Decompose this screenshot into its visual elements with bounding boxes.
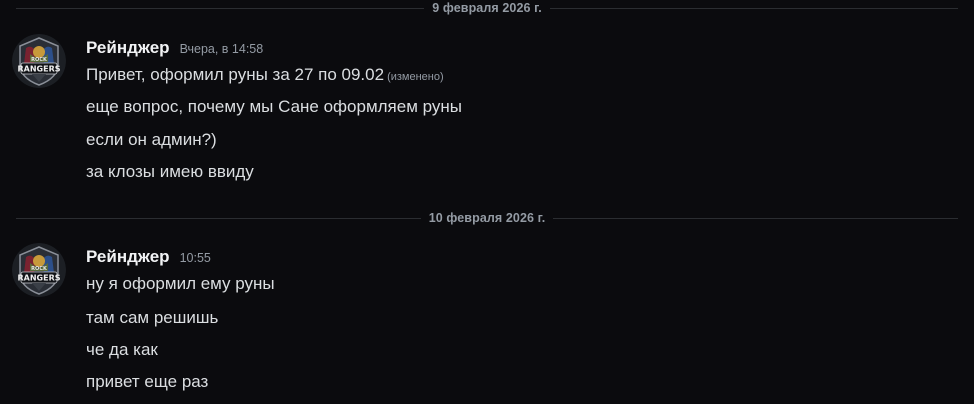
avatar-logo-top-text: ROCK bbox=[31, 57, 48, 63]
message-timestamp[interactable]: Вчера, в 14:58 bbox=[180, 42, 264, 56]
message-header: Рейнджер 10:55 bbox=[86, 247, 211, 267]
edited-label: (изменено) bbox=[387, 71, 444, 83]
divider-line bbox=[16, 217, 421, 219]
author-name[interactable]: Рейнджер bbox=[86, 247, 170, 267]
avatar[interactable]: ROCK RANGERS bbox=[12, 34, 66, 88]
author-name[interactable]: Рейнджер bbox=[86, 38, 170, 58]
message-line: за клозы имею ввиду bbox=[86, 162, 254, 181]
message-line: привет еще раз bbox=[86, 372, 209, 391]
message-header: Рейнджер Вчера, в 14:58 bbox=[86, 38, 263, 58]
message-text: Привет, оформил руны за 27 по 09.02 bbox=[86, 65, 385, 84]
message-line: еще вопрос, почему мы Сане оформляем рун… bbox=[86, 97, 463, 116]
message-timestamp[interactable]: 10:55 bbox=[180, 251, 211, 265]
avatar-logo-text: RANGERS bbox=[18, 274, 61, 283]
avatar-logo-text: RANGERS bbox=[18, 65, 61, 74]
message-line: ну я оформил ему руны bbox=[86, 274, 275, 293]
divider-line bbox=[549, 7, 959, 9]
divider-line bbox=[16, 7, 425, 9]
avatar-logo-top-text: ROCK bbox=[31, 266, 48, 272]
rangers-logo-icon: ROCK RANGERS bbox=[12, 243, 66, 297]
date-divider: 10 февраля 2026 г. bbox=[16, 211, 958, 225]
rangers-logo-icon: ROCK RANGERS bbox=[12, 34, 66, 88]
date-divider-label: 10 февраля 2026 г. bbox=[428, 211, 546, 225]
date-divider-label: 9 февраля 2026 г. bbox=[432, 1, 542, 15]
chat-message-list: 9 февраля 2026 г. ROCK RANGERS Рейнджер … bbox=[0, 0, 974, 404]
message-line: если он админ?) bbox=[86, 130, 217, 149]
date-divider: 9 февраля 2026 г. bbox=[16, 1, 959, 15]
message-line: че да как bbox=[86, 340, 158, 359]
message-line: Привет, оформил руны за 27 по 09.02 (изме… bbox=[86, 65, 444, 85]
message-line: там сам решишь bbox=[86, 308, 219, 327]
avatar[interactable]: ROCK RANGERS bbox=[12, 243, 66, 297]
divider-line bbox=[553, 217, 958, 219]
